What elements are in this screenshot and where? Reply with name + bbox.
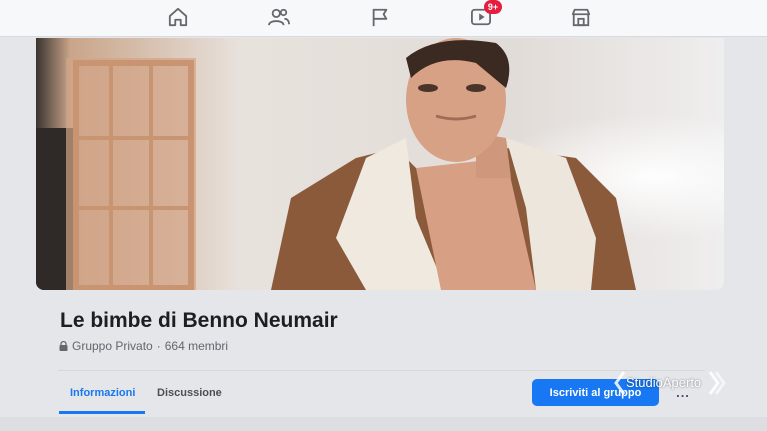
active-tab-indicator bbox=[59, 411, 145, 414]
section-divider bbox=[58, 370, 705, 371]
group-title: Le bimbe di Benno Neumair bbox=[60, 309, 338, 332]
notification-badge: 9+ bbox=[484, 0, 502, 14]
cover-photo bbox=[36, 38, 724, 290]
lock-icon bbox=[59, 341, 68, 351]
pages-flag-icon[interactable] bbox=[368, 6, 392, 28]
tab-informazioni[interactable]: Informazioni bbox=[70, 387, 135, 399]
member-count: 664 membri bbox=[164, 339, 229, 353]
friends-icon[interactable] bbox=[267, 6, 291, 28]
top-navigation-bar: 9+ bbox=[0, 0, 767, 37]
home-icon[interactable] bbox=[166, 6, 190, 28]
privacy-label: Gruppo Privato bbox=[72, 339, 153, 353]
meta-separator: · bbox=[156, 339, 161, 353]
watermark-label: StudioAperto bbox=[626, 375, 702, 390]
marketplace-store-icon[interactable] bbox=[569, 6, 593, 28]
page-bottom-strip bbox=[0, 417, 767, 431]
group-meta: Gruppo Privato · 664 membri bbox=[59, 339, 228, 353]
tab-discussione[interactable]: Discussione bbox=[157, 387, 222, 399]
